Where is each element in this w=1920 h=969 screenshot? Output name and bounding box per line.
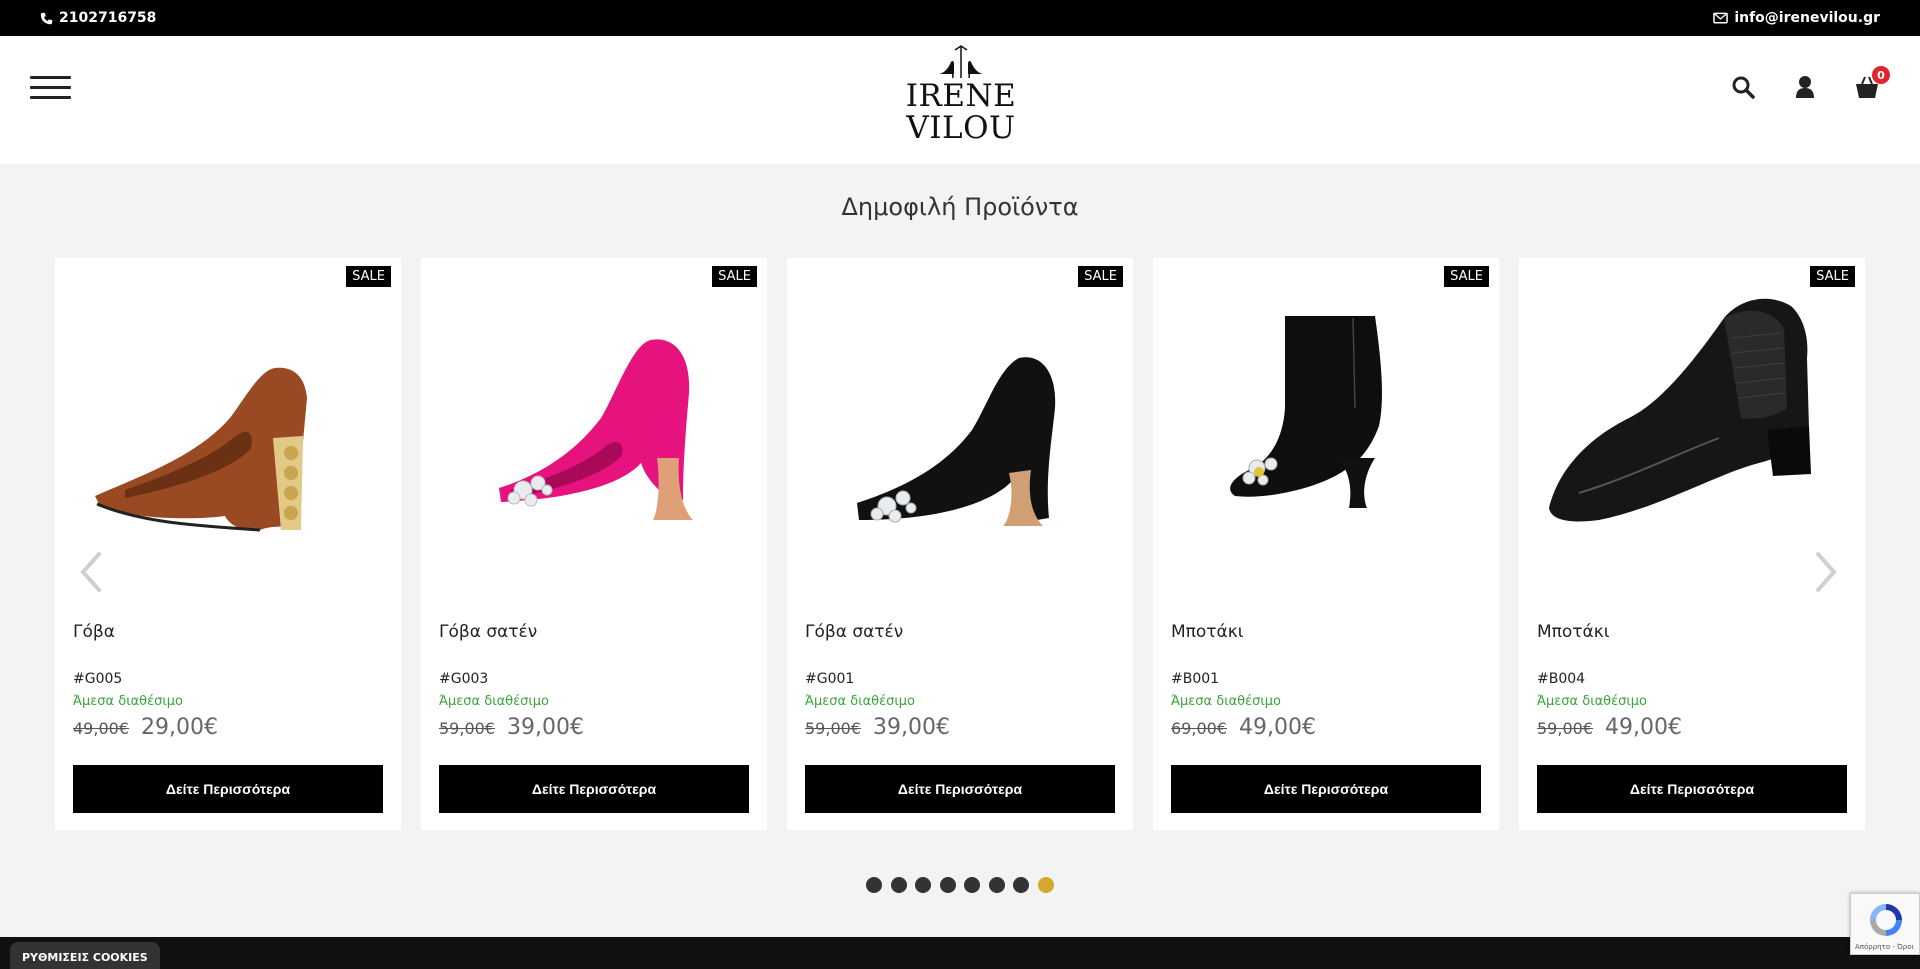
logo-name: IRENE VILOU: [905, 78, 1017, 146]
product-image[interactable]: [1153, 258, 1499, 598]
product-price: 59,00€ 49,00€: [1537, 715, 1682, 740]
product-name[interactable]: Γόβα σατέν: [439, 622, 537, 642]
header-actions: 0: [1730, 66, 1890, 100]
email-address: info@irenevilou.gr: [1734, 10, 1880, 26]
menu-icon[interactable]: [30, 76, 71, 100]
availability-status: Άμεσα διαθέσιμο: [1537, 694, 1648, 709]
sale-price: 49,00€: [1604, 715, 1682, 740]
product-card[interactable]: SALE Μποτάκι #B004 Άμεσα διαθέσιμο 59,00…: [1519, 258, 1865, 830]
email-contact[interactable]: info@irenevilou.gr: [1713, 10, 1880, 26]
carousel-dot[interactable]: [939, 877, 956, 893]
section-title: Δημοφιλή Προϊόντα: [841, 193, 1079, 221]
sale-price: 39,00€: [506, 715, 584, 740]
old-price: 59,00€: [805, 719, 861, 738]
product-image[interactable]: [787, 258, 1133, 598]
product-card[interactable]: SALE Γόβα #G005 Άμεσα διαθέσιμο 49,00€ 2…: [55, 258, 401, 830]
view-more-button[interactable]: Δείτε Περισσότερα: [439, 765, 749, 813]
carousel-next-arrow-icon[interactable]: [1812, 550, 1842, 594]
search-icon[interactable]: [1730, 74, 1756, 100]
product-name[interactable]: Μποτάκι: [1537, 622, 1610, 642]
product-image[interactable]: [421, 258, 767, 598]
footer-bar: [0, 937, 1920, 969]
recaptcha-icon: [1870, 904, 1902, 936]
carousel-dot[interactable]: [964, 877, 981, 893]
product-price: 59,00€ 39,00€: [439, 715, 584, 740]
product-name[interactable]: Μποτάκι: [1171, 622, 1244, 642]
old-price: 59,00€: [1537, 719, 1593, 738]
product-card[interactable]: SALE Μποτάκι #B001 Άμεσα διαθέσιμο 69,00…: [1153, 258, 1499, 830]
view-more-button[interactable]: Δείτε Περισσότερα: [1171, 765, 1481, 813]
carousel-dot[interactable]: [866, 877, 883, 893]
sale-price: 39,00€: [872, 715, 950, 740]
carousel-dot[interactable]: [988, 877, 1005, 893]
recaptcha-text[interactable]: Απόρρητο - Όροι: [1855, 943, 1914, 951]
view-more-button[interactable]: Δείτε Περισσότερα: [805, 765, 1115, 813]
sale-badge: SALE: [346, 266, 391, 287]
availability-status: Άμεσα διαθέσιμο: [1171, 694, 1282, 709]
carousel-dot[interactable]: [1013, 877, 1030, 893]
product-code: #B001: [1171, 671, 1220, 687]
carousel-dot[interactable]: [890, 877, 907, 893]
envelope-icon: [1713, 12, 1729, 24]
product-price: 59,00€ 39,00€: [805, 715, 950, 740]
product-code: #G001: [805, 671, 855, 687]
shoes-logo-icon: [939, 45, 983, 79]
product-code: #G005: [73, 671, 123, 687]
product-code: #G003: [439, 671, 489, 687]
sale-badge: SALE: [1444, 266, 1489, 287]
product-image[interactable]: [1519, 258, 1865, 598]
carousel-dot[interactable]: [915, 877, 932, 893]
site-header: IRENE VILOU shoes 0: [0, 36, 1920, 157]
carousel-prev-arrow-icon[interactable]: [75, 550, 105, 594]
product-name[interactable]: Γόβα σατέν: [805, 622, 903, 642]
sale-price: 49,00€: [1238, 715, 1316, 740]
site-logo[interactable]: IRENE VILOU shoes: [855, 44, 1067, 157]
availability-status: Άμεσα διαθέσιμο: [805, 694, 916, 709]
view-more-button[interactable]: Δείτε Περισσότερα: [73, 765, 383, 813]
cookie-settings-button[interactable]: ΡΥΘΜΙΣΕΙΣ COOKIES: [10, 942, 160, 969]
phone-number: 2102716758: [59, 10, 157, 26]
sale-badge: SALE: [712, 266, 757, 287]
product-card[interactable]: SALE Γόβα σατέν #G003 Άμεσα διαθέσιμο 59…: [421, 258, 767, 830]
product-price: 49,00€ 29,00€: [73, 715, 218, 740]
sale-badge: SALE: [1810, 266, 1855, 287]
header-spacer: [0, 142, 1920, 164]
top-contact-bar: 2102716758 info@irenevilou.gr: [0, 0, 1920, 36]
old-price: 49,00€: [73, 719, 129, 738]
cart-icon[interactable]: 0: [1854, 66, 1890, 100]
cart-count-badge: 0: [1872, 66, 1890, 84]
product-name[interactable]: Γόβα: [73, 622, 115, 642]
popular-products-carousel: SALE Γόβα #G005 Άμεσα διαθέσιμο 49,00€ 2…: [55, 258, 1865, 830]
availability-status: Άμεσα διαθέσιμο: [439, 694, 550, 709]
user-icon[interactable]: [1792, 74, 1818, 100]
sale-price: 29,00€: [140, 715, 218, 740]
availability-status: Άμεσα διαθέσιμο: [73, 694, 184, 709]
product-card[interactable]: SALE Γόβα σατέν #G001 Άμεσα διαθέσιμο 59…: [787, 258, 1133, 830]
product-price: 69,00€ 49,00€: [1171, 715, 1316, 740]
recaptcha-badge[interactable]: Απόρρητο - Όροι: [1850, 893, 1920, 955]
phone-icon: [40, 12, 53, 24]
view-more-button[interactable]: Δείτε Περισσότερα: [1537, 765, 1847, 813]
sale-badge: SALE: [1078, 266, 1123, 287]
product-image[interactable]: [55, 258, 401, 598]
carousel-pagination: [0, 877, 1920, 893]
phone-contact[interactable]: 2102716758: [40, 10, 156, 26]
carousel-dot-active[interactable]: [1037, 877, 1054, 893]
product-code: #B004: [1537, 671, 1586, 687]
old-price: 59,00€: [439, 719, 495, 738]
old-price: 69,00€: [1171, 719, 1227, 738]
